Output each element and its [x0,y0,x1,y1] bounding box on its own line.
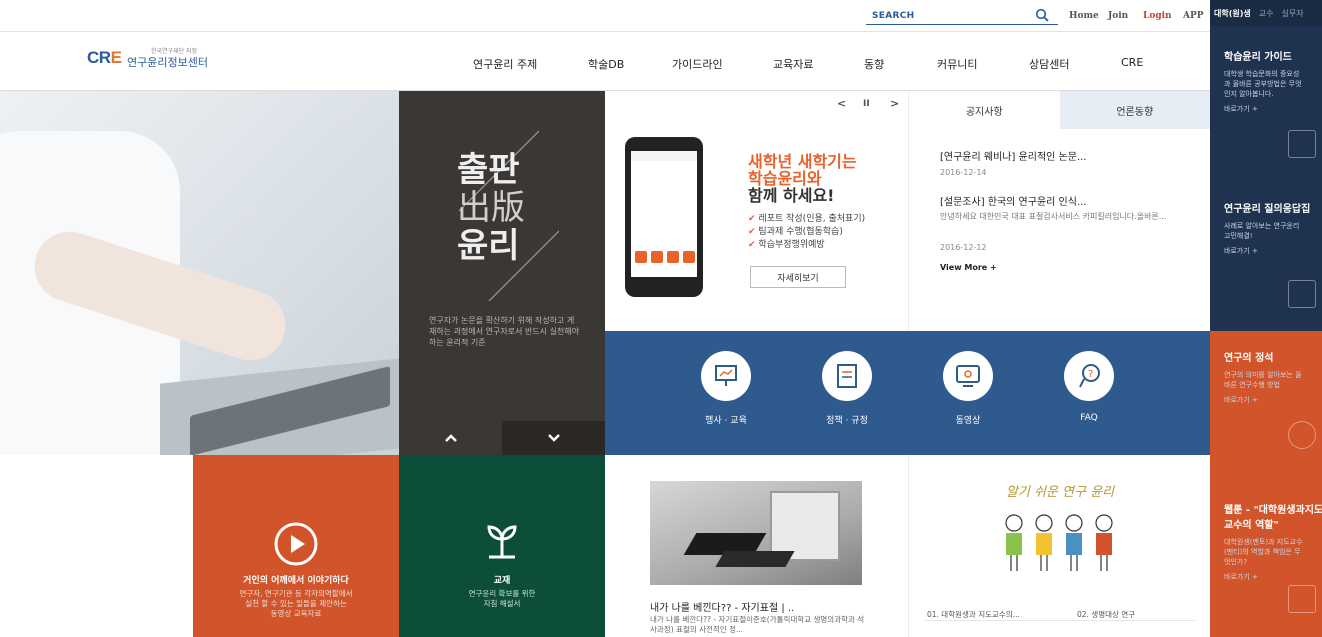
qa-collection-block[interactable]: 연구윤리 질의응답집 사례로 알아보는 연구윤리 고민해결! 바로가기 + [1210,200,1322,320]
check-icon: ✔ [748,214,756,224]
smartphone-image [625,137,703,297]
tab-professors[interactable]: 교수 [1255,0,1278,26]
easy-ethics-card[interactable]: 알기 쉬운 연구 윤리 01. 대학원생과 지도교수의... 02. 생명대상 … [908,455,1210,637]
play-icon [274,522,318,566]
login-link[interactable]: Login [1143,11,1172,21]
easy-ethics-title: 알기 쉬운 연구 윤리 [1005,485,1115,500]
search-icon[interactable] [1035,8,1049,22]
nav-item-education[interactable]: 교육자료 [773,56,813,72]
nav-item-cre[interactable]: CRE [1121,56,1143,69]
audience-panel: 대학(원)생 교수 실무자 학습윤리 가이드 대학생 학습문화의 중요성 과 올… [1210,0,1322,637]
people-icon [1288,585,1316,613]
quick-item-videos[interactable]: 동영상 [918,351,1018,426]
svg-text:?: ? [1088,369,1093,380]
ethic-list-item[interactable]: 02. 생명대상 연구 [1077,609,1135,620]
banner-next-button[interactable]: > [890,97,899,110]
quick-item-policy[interactable]: 정책 · 규정 [797,351,897,426]
nav-item-academic-db[interactable]: 학술DB [588,56,624,72]
go-link[interactable]: 바로가기 + [1224,246,1322,256]
publication-ethics-panel[interactable]: 출판 出版 윤리 연구자가 논문을 확산하기 위해 작성하고 게재하는 과정에서… [399,91,605,455]
banner-pause-button[interactable]: II [863,99,870,109]
top-utility-bar: SEARCH Home Join Login APP [0,0,1210,32]
site-logo[interactable]: CRE 한국연구재단 지정 연구윤리정보센터 [87,48,208,69]
webtoon-block[interactable]: 웹툰 - "대학원생과지도 교수의 역할" 대학원생(멘토)과 지도교수 (멘티… [1210,455,1322,637]
nav-item-research-ethics[interactable]: 연구윤리 주제 [473,56,537,72]
check-icon: ✔ [748,227,756,237]
list-divider [925,620,1195,621]
nav-item-community[interactable]: 커뮤니티 [937,56,977,72]
people-illustration [1005,514,1113,571]
home-link[interactable]: Home [1069,11,1099,21]
video-lecture-desc: 연구자, 연구기관 등 각자의역할에서 실천 할 수 있는 일들을 제안하는 동… [239,589,353,618]
notice-item-title[interactable]: [설문조사] 한국의 연구윤리 인식... [940,193,1086,208]
nav-item-counseling[interactable]: 상담센터 [1029,56,1069,72]
go-link[interactable]: 바로가기 + [1224,104,1322,114]
research-basics-block[interactable]: 연구의 정석 연구의 의미를 알아보는 올 바른 연구수행 방법 바로가기 + [1210,331,1322,455]
question-icon: ? [1064,351,1114,401]
publication-ethics-desc: 연구자가 논문을 확산하기 위해 작성하고 게재하는 과정에서 연구자로서 반드… [429,316,580,347]
notice-item-date: 2016-12-12 [940,243,987,252]
textbook-title: 교재 [493,576,511,586]
go-link[interactable]: 바로가기 + [1224,395,1322,405]
textbook-card[interactable]: 교재 연구윤리 확보를 위한 지침 해설서 [399,455,605,637]
search-input[interactable]: SEARCH [872,11,914,21]
banner-prev-button[interactable]: < [837,97,846,110]
search-underline [866,24,1058,25]
logo-mark: CRE [87,48,122,67]
monitor-icon [943,351,993,401]
textbook-desc: 연구윤리 확보를 위한 지침 해설서 [468,589,536,608]
book-icon [1288,280,1316,308]
video-lecture-card[interactable]: 거인의 어깨에서 이야기하다 연구자, 연구기관 등 각자의역할에서 실천 할 … [193,455,399,637]
document-icon [822,351,872,401]
publication-ethics-title: 출판 出版 윤리 [457,150,525,266]
logo-name: 연구윤리정보센터 [127,56,208,69]
notice-item-excerpt: 안녕하세요 대한민국 대표 표절검사서비스 카피킬러입니다.올바른... [940,212,1167,221]
tab-notices[interactable]: 공지사항 [909,91,1060,129]
news-desc: 내가 나를 베낀다?? - 자기표절이준호(가톨릭대학교 생명의과학과 석사과정… [650,615,865,634]
news-card[interactable]: 내가 나를 베낀다?? - 자기표절 | .. 내가 나를 베낀다?? - 자기… [605,455,908,637]
banner-bullets: ✔ 레포트 작성(인용, 출처표기) ✔ 팀과제 수행(협동학습) ✔ 학습부정… [748,214,866,250]
quick-item-faq[interactable]: ? FAQ [1039,351,1139,423]
news-title: 내가 나를 베낀다?? - 자기표절 | .. [650,603,795,614]
study-guide-block[interactable]: 학습윤리 가이드 대학생 학습문화의 중요성 과 올바른 공부방법은 무엇 인지… [1210,48,1322,178]
notice-item-date: 2016-12-14 [940,168,987,177]
nav-item-guidelines[interactable]: 가이드라인 [672,56,723,72]
presentation-icon [701,351,751,401]
join-link[interactable]: Join [1108,11,1128,21]
chevron-up-icon [444,434,457,442]
notice-panel: 공지사항 언론동향 [연구윤리 웨비나] 윤리적인 논문... 2016-12-… [908,91,1210,331]
chevron-down-icon [547,434,560,442]
banner-title: 새학년 새학기는 학습윤리와 함께 하세요! [748,152,857,205]
quick-menu: 행사 · 교육 정책 · 규정 동영상 ? FAQ [605,331,1210,455]
quick-item-events[interactable]: 행사 · 교육 [676,351,776,426]
sprout-icon [487,525,517,559]
tab-press[interactable]: 언론동향 [1059,91,1210,129]
notice-item-title[interactable]: [연구윤리 웨비나] 윤리적인 논문... [940,148,1086,163]
ethic-list-item[interactable]: 01. 대학원생과 지도교수의... [927,609,1020,620]
tab-practitioners[interactable]: 실무자 [1278,0,1308,26]
slide-up-button[interactable] [399,421,502,455]
globe-icon [1288,421,1316,449]
video-lecture-title: 거인의 어깨에서 이야기하다 [243,576,349,586]
check-icon: ✔ [748,240,756,250]
app-link[interactable]: APP [1183,11,1204,21]
slide-down-button[interactable] [502,421,605,455]
nav-item-trends[interactable]: 동향 [864,56,884,72]
books-mirror-image [650,481,862,585]
hero-image [0,91,399,455]
more-details-button[interactable]: 자세히보기 [750,266,846,288]
tab-students[interactable]: 대학(원)생 [1210,0,1255,26]
go-link[interactable]: 바로가기 + [1224,572,1322,582]
computer-icon [1288,130,1316,158]
study-ethics-banner: < II > 새학년 새학기는 학습윤리와 함께 하세요! ✔ 레포트 작성(인… [605,91,908,331]
view-more-link[interactable]: View More + [940,263,997,272]
